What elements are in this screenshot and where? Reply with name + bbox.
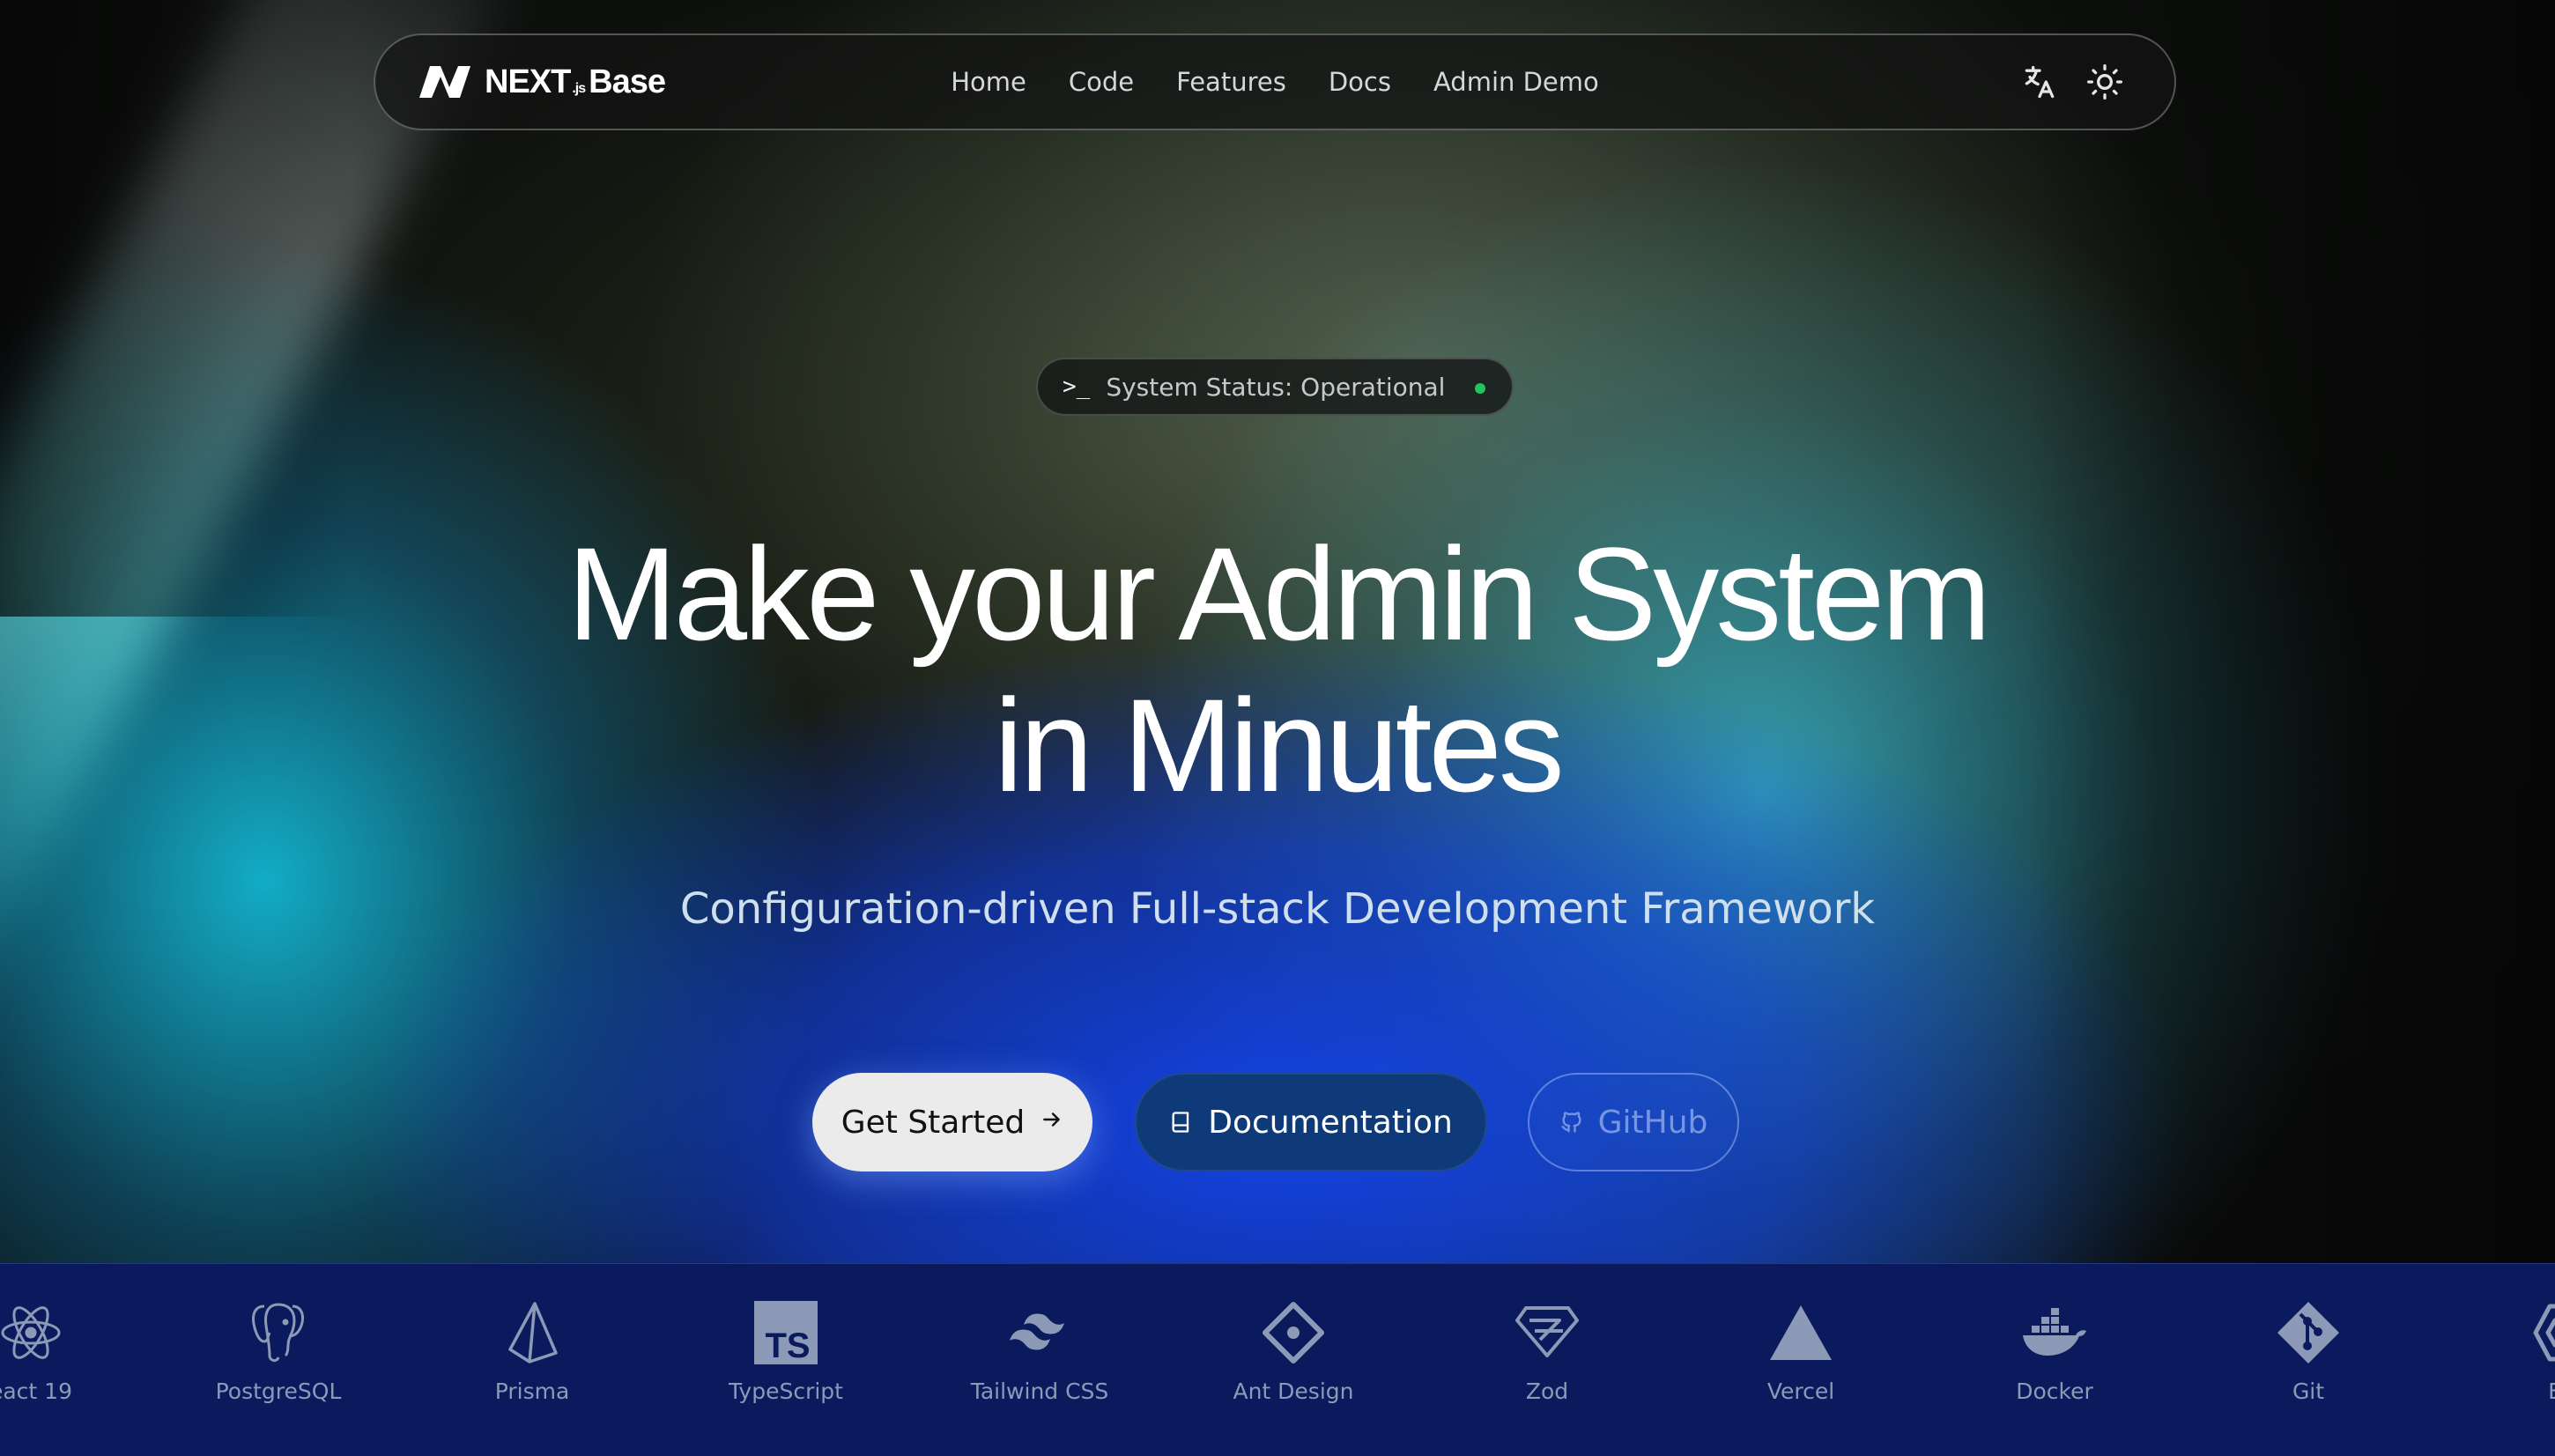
nav-links: Home Code Features Docs Admin Demo [375, 35, 2174, 129]
tech-item-typescript: TS TypeScript [689, 1299, 883, 1404]
tech-item-react: eact 19 [0, 1299, 128, 1404]
nav-link-features[interactable]: Features [1176, 67, 1286, 97]
nav-link-code[interactable]: Code [1069, 67, 1134, 97]
postgresql-icon [245, 1299, 312, 1366]
react-icon [0, 1299, 64, 1366]
nav-link-admin-demo[interactable]: Admin Demo [1433, 67, 1599, 97]
status-dot-icon [1475, 383, 1485, 394]
tech-item-tailwind: Tailwind CSS [943, 1299, 1137, 1404]
prisma-icon [499, 1299, 566, 1366]
navbar: NEXT .js Base Home Code Features Docs Ad… [374, 33, 2176, 130]
tech-item-eslint: ES [2465, 1299, 2555, 1404]
typescript-icon: TS [752, 1299, 819, 1366]
eslint-icon [2529, 1299, 2555, 1366]
svg-text:TS: TS [765, 1327, 810, 1364]
antdesign-icon [1260, 1299, 1327, 1366]
documentation-button[interactable]: Documentation [1135, 1073, 1487, 1171]
nav-link-docs[interactable]: Docs [1329, 67, 1391, 97]
tech-item-vercel: Vercel [1704, 1299, 1898, 1404]
tech-item-ant-design: Ant Design [1196, 1299, 1390, 1404]
zod-icon [1514, 1299, 1581, 1366]
tech-item-git: Git [2211, 1299, 2405, 1404]
language-icon[interactable] [2019, 62, 2060, 102]
hero-headline: Make your Admin System in Minutes [567, 520, 1992, 819]
git-icon [2275, 1299, 2342, 1366]
hero-subtitle: Configuration-driven Full-stack Developm… [679, 884, 1876, 934]
status-text: System Status: Operational [1106, 372, 1446, 402]
github-button[interactable]: GitHub [1528, 1073, 1739, 1171]
get-started-button[interactable]: Get Started [812, 1073, 1092, 1171]
book-icon [1169, 1110, 1194, 1134]
tech-stack-strip: eact 19 PostgreSQL Prisma TS [0, 1263, 2555, 1456]
tech-item-zod: Zod [1450, 1299, 1644, 1404]
nav-actions [2019, 62, 2125, 102]
github-icon [1559, 1110, 1584, 1134]
nav-link-home[interactable]: Home [951, 67, 1026, 97]
terminal-icon: >_ [1063, 373, 1091, 400]
tech-item-postgresql: PostgreSQL [181, 1299, 375, 1404]
tech-item-docker: Docker [1958, 1299, 2151, 1404]
vercel-icon [1767, 1299, 1834, 1366]
tech-item-prisma: Prisma [435, 1299, 629, 1404]
arrow-right-icon [1041, 1107, 1063, 1138]
tailwind-icon [1006, 1299, 1073, 1366]
system-status-badge: >_ System Status: Operational [1036, 358, 1514, 416]
theme-toggle-sun-icon[interactable] [2085, 62, 2125, 102]
docker-icon [2021, 1299, 2088, 1366]
